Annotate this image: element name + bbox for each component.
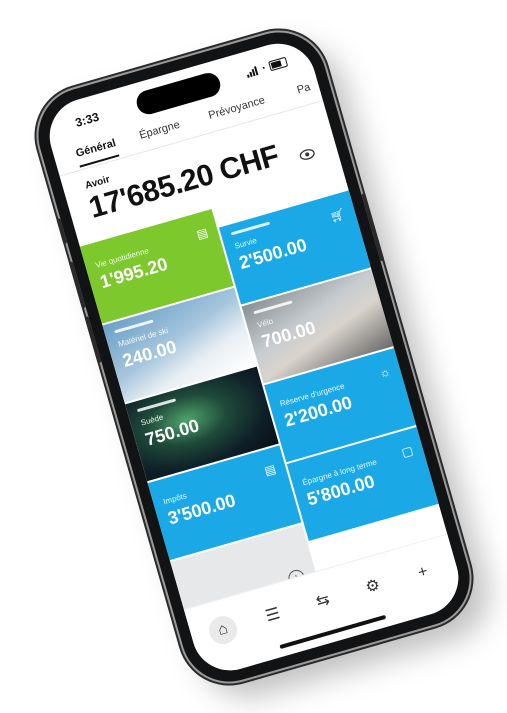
signal-icon (244, 65, 258, 78)
progress-bar (136, 397, 176, 412)
list-icon[interactable]: ☰ (255, 598, 290, 633)
status-icons: ◔ (244, 56, 288, 78)
battery-icon (267, 56, 288, 71)
app-screen: 3:33 ◔ Général Épargne Prévoyance Pa Avo… (40, 34, 467, 679)
plus-icon[interactable]: + (405, 555, 440, 590)
tab-general[interactable]: Général (74, 137, 117, 160)
home-icon[interactable]: ⌂ (205, 612, 240, 647)
piggy-bank-icon: ▢ (399, 442, 415, 460)
receipt-icon: ▤ (262, 461, 277, 478)
tab-more[interactable]: Pa (295, 81, 311, 96)
status-time: 3:33 (73, 109, 101, 130)
progress-bar (230, 221, 270, 235)
eye-icon[interactable] (297, 144, 317, 164)
sun-icon: ☼ (377, 363, 392, 381)
tab-epargne[interactable]: Épargne (137, 118, 180, 141)
settings-icon[interactable]: ⚙ (355, 569, 390, 604)
cart-icon: 🛒︎ (327, 206, 347, 224)
phone-device: 3:33 ◔ Général Épargne Prévoyance Pa Avo… (26, 20, 481, 693)
mute-switch (55, 217, 67, 244)
tile-name: Vélo (255, 316, 274, 330)
wifi-icon: ◔ (258, 62, 267, 74)
volume-up-button (68, 260, 86, 309)
receipt-icon: ▤ (194, 224, 210, 242)
transfer-icon[interactable]: ⇆ (305, 584, 340, 619)
volume-down-button (83, 315, 102, 363)
progress-bar (252, 299, 293, 314)
home-indicator (278, 614, 386, 649)
